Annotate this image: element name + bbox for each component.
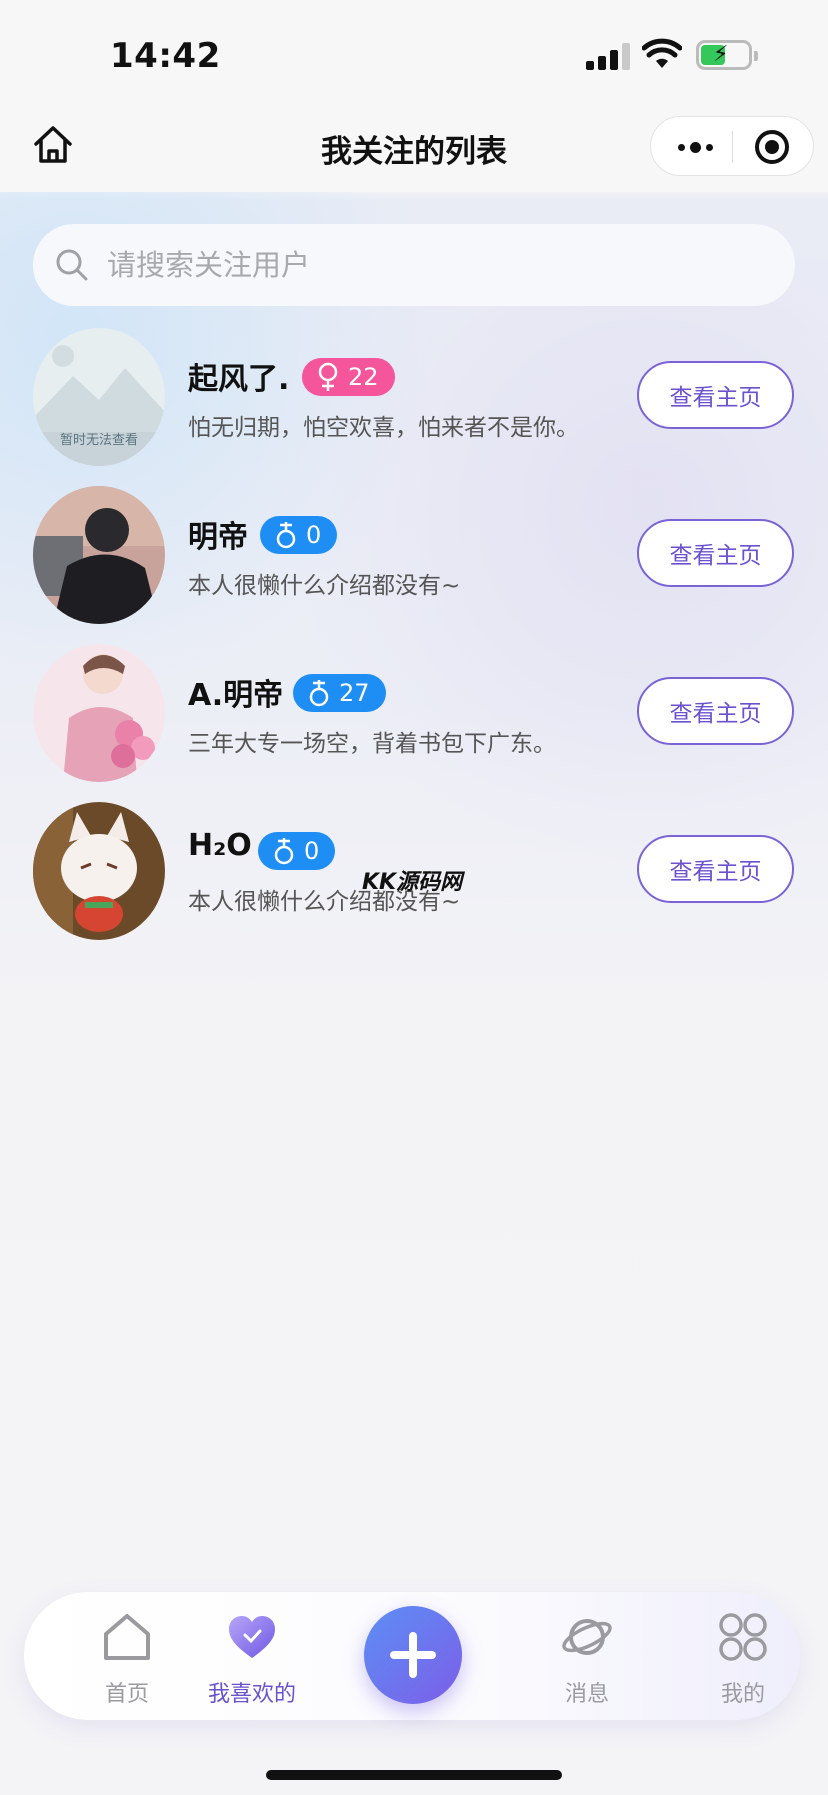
bottom-tab-bar: 首页 我喜欢的 消息 我的: [24, 1592, 800, 1720]
grid-icon: [719, 1613, 767, 1661]
tab-label: 我的: [720, 1682, 765, 1707]
user-name: 明帝: [188, 520, 248, 555]
home-indicator: [266, 1770, 562, 1780]
watermark: KK源码网: [362, 870, 463, 895]
view-profile-button[interactable]: 查看主页: [637, 519, 794, 587]
male-icon: [274, 838, 294, 865]
avatar[interactable]: [33, 644, 165, 782]
mini-program-capsule: [650, 116, 814, 176]
add-post-button[interactable]: [364, 1606, 462, 1704]
view-profile-button[interactable]: 查看主页: [637, 835, 794, 903]
tab-label: 消息: [564, 1682, 609, 1707]
tab-favorites[interactable]: 我喜欢的: [172, 1610, 332, 1710]
navigation-bar: 我关注的列表: [0, 100, 828, 192]
user-name: 起风了.: [188, 362, 290, 397]
gender-age-badge: 0: [260, 516, 338, 554]
user-bio: 本人很懒什么介绍都没有~: [188, 573, 461, 599]
user-bio: 三年大专一场空，背着书包下广东。: [188, 731, 556, 757]
view-profile-button[interactable]: 查看主页: [637, 677, 794, 745]
heart-icon: [229, 1616, 275, 1658]
search-icon: [56, 249, 88, 281]
age-text: 22: [348, 363, 379, 391]
user-bio: 怕无归期，怕空欢喜，怕来者不是你。: [188, 415, 579, 441]
gender-age-badge: 0: [258, 832, 336, 870]
status-time: 14:42: [110, 36, 221, 76]
age-text: 0: [306, 521, 322, 549]
more-options-icon[interactable]: [667, 129, 723, 165]
wifi-icon: [642, 38, 682, 68]
tab-label: 我喜欢的: [207, 1682, 296, 1707]
avatar[interactable]: [33, 802, 165, 940]
status-bar: 14:42 ⚡: [0, 0, 828, 100]
tab-label: 首页: [104, 1682, 149, 1707]
avatar-placeholder-text: 暂时无法查看: [60, 432, 138, 448]
gender-age-badge: 22: [302, 358, 395, 396]
age-text: 27: [339, 679, 370, 707]
list-item: A.明帝 27 三年大专一场空，背着书包下广东。 查看主页: [0, 636, 828, 794]
tab-profile[interactable]: 我的: [688, 1610, 798, 1710]
tab-messages[interactable]: 消息: [532, 1610, 642, 1710]
female-icon: [318, 362, 338, 391]
male-icon: [276, 522, 296, 549]
search-input[interactable]: [107, 224, 767, 306]
user-name: H₂O: [188, 828, 252, 863]
gender-age-badge: 27: [293, 674, 386, 712]
cellular-signal-icon: [586, 42, 630, 70]
battery-icon: ⚡: [696, 40, 758, 70]
user-name: A.明帝: [188, 678, 284, 713]
list-item: 暂时无法查看 起风了. 22 怕无归期，怕空欢喜，怕来者不是你。 查看主页: [0, 320, 828, 478]
avatar[interactable]: [33, 486, 165, 624]
tab-home[interactable]: 首页: [72, 1610, 182, 1710]
home-icon: [104, 1614, 150, 1660]
list-item: 明帝 0 本人很懒什么介绍都没有~ 查看主页: [0, 478, 828, 636]
followed-user-list: 暂时无法查看 起风了. 22 怕无归期，怕空欢喜，怕来者不是你。 查看主页 明帝…: [0, 320, 828, 952]
close-miniprogram-icon[interactable]: [755, 130, 789, 164]
page: 14:42 ⚡ 我关注的列表 请搜索关注用户 暂时无法查看 起风了. 22 怕无…: [0, 0, 828, 1795]
view-profile-button[interactable]: 查看主页: [637, 361, 794, 429]
planet-icon: [562, 1619, 612, 1655]
age-text: 0: [304, 837, 320, 865]
male-icon: [309, 680, 329, 707]
search-bar: [33, 224, 795, 306]
avatar[interactable]: 暂时无法查看: [33, 328, 165, 466]
